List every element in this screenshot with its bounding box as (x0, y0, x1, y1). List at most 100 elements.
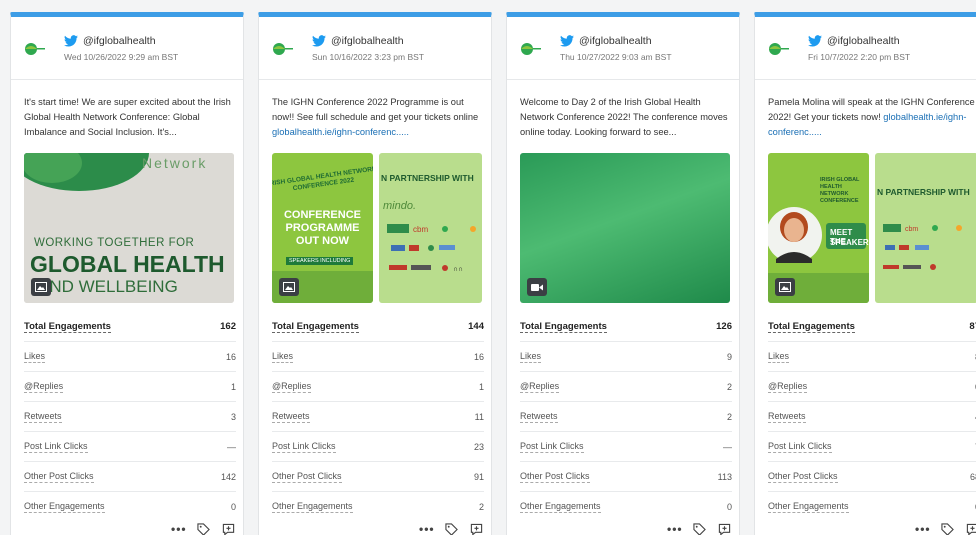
metric-label[interactable]: Retweets (768, 411, 806, 423)
metric-label[interactable]: Retweets (272, 411, 310, 423)
post-card[interactable]: @ifglobalhealth Wed 10/26/2022 9:29 am B… (10, 12, 244, 535)
metric-row-total-engagements: Total Engagements 126 (520, 312, 732, 342)
post-card[interactable]: @ifglobalhealth Fri 10/7/2022 2:20 pm BS… (754, 12, 976, 535)
metric-value: 68 (969, 471, 976, 482)
video-badge (527, 278, 547, 296)
metric-label[interactable]: Likes (520, 351, 542, 363)
post-timestamp: Sun 10/16/2022 3:23 pm BST (312, 52, 424, 62)
metric-label[interactable]: Other Engagements (768, 501, 849, 513)
image-line3: OUT NOW (295, 235, 350, 247)
tag-icon[interactable] (197, 522, 210, 535)
post-timestamp: Thu 10/27/2022 9:03 am BST (560, 52, 672, 62)
reply-note-icon[interactable] (966, 523, 976, 535)
post-image[interactable]: Network WORKING TOGETHER FOR GLOBAL HEAL… (24, 153, 234, 303)
metric-label[interactable]: Total Engagements (272, 321, 359, 333)
metric-label[interactable]: Other Post Clicks (272, 471, 342, 483)
metric-value: 11 (474, 411, 484, 422)
image-badge (775, 278, 795, 296)
card-actions: ••• (419, 522, 483, 535)
metric-row-other-post-clicks: Other Post Clicks 142 (24, 462, 236, 492)
metric-label[interactable]: Post Link Clicks (768, 441, 832, 453)
profile-avatar-icon[interactable] (520, 42, 542, 56)
metric-label[interactable]: @Replies (520, 381, 560, 393)
tag-icon[interactable] (445, 522, 458, 535)
svg-text:cbm: cbm (413, 225, 428, 234)
reply-note-icon[interactable] (222, 523, 235, 535)
account-handle[interactable]: @ifglobalhealth (827, 35, 900, 47)
account-handle[interactable]: @ifglobalhealth (579, 35, 652, 47)
post-card[interactable]: @ifglobalhealth Thu 10/27/2022 9:03 am B… (506, 12, 740, 535)
post-text: Pamela Molina will speak at the IGHN Con… (768, 95, 976, 142)
tag-icon[interactable] (941, 522, 954, 535)
metric-label[interactable]: Post Link Clicks (520, 441, 584, 453)
reply-note-icon[interactable] (470, 523, 483, 535)
metric-label[interactable]: Other Post Clicks (520, 471, 590, 483)
metric-label[interactable]: @Replies (24, 381, 64, 393)
image-badge (31, 278, 51, 296)
metric-label[interactable]: Post Link Clicks (24, 441, 88, 453)
metric-label[interactable]: Likes (768, 351, 790, 363)
card-header: @ifglobalhealth Thu 10/27/2022 9:03 am B… (507, 17, 739, 80)
post-image-1[interactable]: IRISH GLOBAL HEALTH NETWORK CONFERENCE M… (768, 153, 869, 303)
metric-label[interactable]: Total Engagements (520, 321, 607, 333)
metric-row-retweets: Retweets4 (768, 402, 976, 432)
image-line3: AND WELLBEING (38, 277, 178, 296)
metric-label[interactable]: Other Post Clicks (768, 471, 838, 483)
metric-label[interactable]: Other Engagements (24, 501, 105, 513)
image-banner: IRISH GLOBAL HEALTH NETWORK CONFERENCE 2… (272, 165, 373, 193)
metric-value: 16 (225, 351, 236, 362)
metric-label[interactable]: Other Engagements (520, 501, 601, 513)
account-handle[interactable]: @ifglobalhealth (83, 35, 156, 47)
post-timestamp: Wed 10/26/2022 9:29 am BST (64, 52, 179, 62)
profile-avatar-icon[interactable] (272, 42, 294, 56)
metric-label[interactable]: Total Engagements (24, 321, 111, 333)
metric-row-likes: Likes 16 (272, 342, 484, 372)
metric-value: 142 (220, 471, 236, 482)
post-link[interactable]: globalhealth.ie/ighn-conferenc..... (272, 127, 409, 137)
card-actions: ••• (667, 522, 731, 535)
metric-value: 23 (473, 441, 484, 452)
more-options-icon[interactable]: ••• (667, 522, 682, 535)
svg-text:∩∩: ∩∩ (453, 266, 463, 273)
profile-avatar-icon[interactable] (24, 42, 46, 56)
post-text-body: Welcome to Day 2 of the Irish Global Hea… (520, 97, 728, 137)
metric-label[interactable]: Other Post Clicks (24, 471, 94, 483)
metric-label[interactable]: Retweets (24, 411, 62, 423)
card-actions: ••• (171, 522, 235, 535)
post-image-2[interactable]: N PARTNERSHIP WITH cbm (875, 153, 976, 303)
post-timestamp: Fri 10/7/2022 2:20 pm BST (808, 52, 911, 62)
post-image-1[interactable]: IRISH GLOBAL HEALTH NETWORK CONFERENCE 2… (272, 153, 373, 303)
reply-note-icon[interactable] (718, 523, 731, 535)
metric-label[interactable]: @Replies (272, 381, 312, 393)
metric-label[interactable]: Retweets (520, 411, 558, 423)
more-options-icon[interactable]: ••• (171, 522, 186, 535)
metrics-table: Total Engagements 162 Likes 16 @Replies 1 R… (24, 312, 236, 522)
profile-avatar-icon[interactable] (768, 42, 790, 56)
metric-label[interactable]: Likes (24, 351, 46, 363)
card-header: @ifglobalhealth Fri 10/7/2022 2:20 pm BS… (755, 17, 976, 80)
partner-logos: cbm (883, 224, 962, 270)
metric-label[interactable]: Total Engagements (768, 321, 855, 333)
metric-label[interactable]: Post Link Clicks (272, 441, 336, 453)
metric-value: 2 (726, 411, 732, 422)
metric-row-other-engagements: Other Engagements 0 (520, 492, 732, 522)
more-options-icon[interactable]: ••• (419, 522, 434, 535)
tag-icon[interactable] (693, 522, 706, 535)
metric-row-other-engagements: Other Engagements 0 (24, 492, 236, 522)
account-handle[interactable]: @ifglobalhealth (331, 35, 404, 47)
twitter-icon (64, 35, 78, 47)
post-card[interactable]: @ifglobalhealth Sun 10/16/2022 3:23 pm B… (258, 12, 492, 535)
image-speakers: SPEAKERS INCLUDING (286, 257, 354, 265)
post-image-2[interactable]: N PARTNERSHIP WITH mindo. cbm ∩∩ (379, 153, 482, 303)
metric-label[interactable]: @Replies (768, 381, 808, 393)
post-video[interactable] (520, 153, 730, 303)
image-line2: GLOBAL HEALTH (30, 251, 225, 277)
more-options-icon[interactable]: ••• (915, 522, 930, 535)
metric-value: 2 (726, 381, 732, 392)
metric-row-retweets: Retweets 11 (272, 402, 484, 432)
metric-value: 91 (473, 471, 484, 482)
metric-value: 162 (220, 321, 236, 332)
metric-label[interactable]: Other Engagements (272, 501, 353, 513)
card-header: @ifglobalhealth Sun 10/16/2022 3:23 pm B… (259, 17, 491, 80)
metric-label[interactable]: Likes (272, 351, 294, 363)
